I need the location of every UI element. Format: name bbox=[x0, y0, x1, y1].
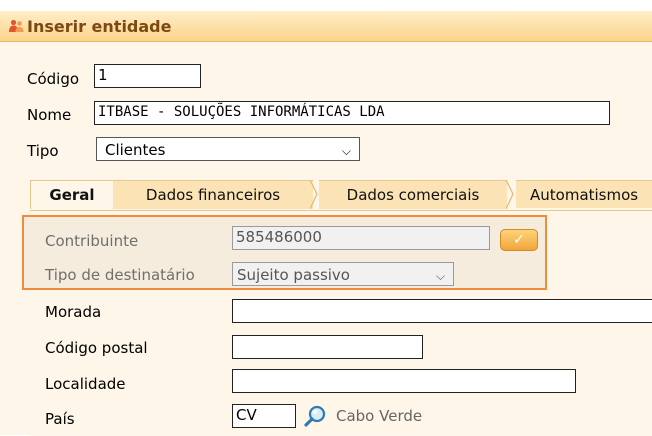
tipo-select[interactable]: Clientes ⌵ bbox=[96, 137, 360, 161]
window-titlebar: Inserir entidade bbox=[0, 11, 652, 42]
search-icon[interactable] bbox=[304, 404, 328, 428]
nome-label: Nome bbox=[27, 106, 72, 124]
tab-dados-financeiros-label: Dados financeiros bbox=[145, 186, 281, 204]
tipo-destinatario-label: Tipo de destinatário bbox=[45, 266, 195, 284]
chevron-down-icon: ⌵ bbox=[341, 144, 351, 158]
tab-geral-label: Geral bbox=[49, 186, 95, 204]
tab-geral[interactable]: Geral bbox=[30, 180, 114, 209]
tab-dados-comerciais[interactable]: Dados comerciais bbox=[319, 180, 507, 209]
tipo-label: Tipo bbox=[27, 142, 59, 160]
codigo-postal-field[interactable] bbox=[232, 335, 423, 359]
check-icon: ✓ bbox=[513, 232, 525, 248]
tab-separator bbox=[506, 180, 514, 209]
morada-field[interactable] bbox=[232, 299, 652, 323]
pais-name: Cabo Verde bbox=[336, 407, 423, 425]
localidade-field[interactable] bbox=[232, 369, 576, 393]
contribuinte-label: Contribuinte bbox=[45, 232, 139, 250]
pais-label: País bbox=[45, 410, 75, 428]
window-title: Inserir entidade bbox=[27, 17, 172, 36]
tipo-select-value: Clientes bbox=[105, 141, 166, 159]
tipo-destinatario-select[interactable]: Sujeito passivo ⌵ bbox=[232, 262, 454, 286]
nome-field[interactable]: ITBASE - SOLUÇÕES INFORMÁTICAS LDA bbox=[94, 101, 610, 125]
contribuinte-field[interactable]: 585486000 bbox=[232, 226, 490, 250]
tab-automatismos[interactable]: Automatismos bbox=[516, 180, 652, 208]
morada-label: Morada bbox=[45, 303, 102, 321]
tab-dados-financeiros[interactable]: Dados financeiros bbox=[113, 180, 313, 209]
tipo-destinatario-value: Sujeito passivo bbox=[237, 266, 350, 284]
tab-automatismos-label: Automatismos bbox=[530, 186, 639, 204]
pais-code-field[interactable]: CV bbox=[232, 404, 296, 428]
tab-dados-comerciais-label: Dados comerciais bbox=[346, 186, 480, 204]
tab-bar: Geral Dados financeiros Dados comerciais… bbox=[30, 180, 652, 210]
codigo-postal-label: Código postal bbox=[45, 339, 148, 357]
codigo-field[interactable]: 1 bbox=[94, 64, 201, 88]
localidade-label: Localidade bbox=[45, 375, 126, 393]
codigo-label: Código bbox=[27, 70, 80, 88]
validate-nif-button[interactable]: ✓ bbox=[500, 229, 538, 251]
tab-separator bbox=[310, 180, 318, 209]
people-icon bbox=[9, 19, 24, 32]
chevron-down-icon: ⌵ bbox=[435, 269, 445, 283]
